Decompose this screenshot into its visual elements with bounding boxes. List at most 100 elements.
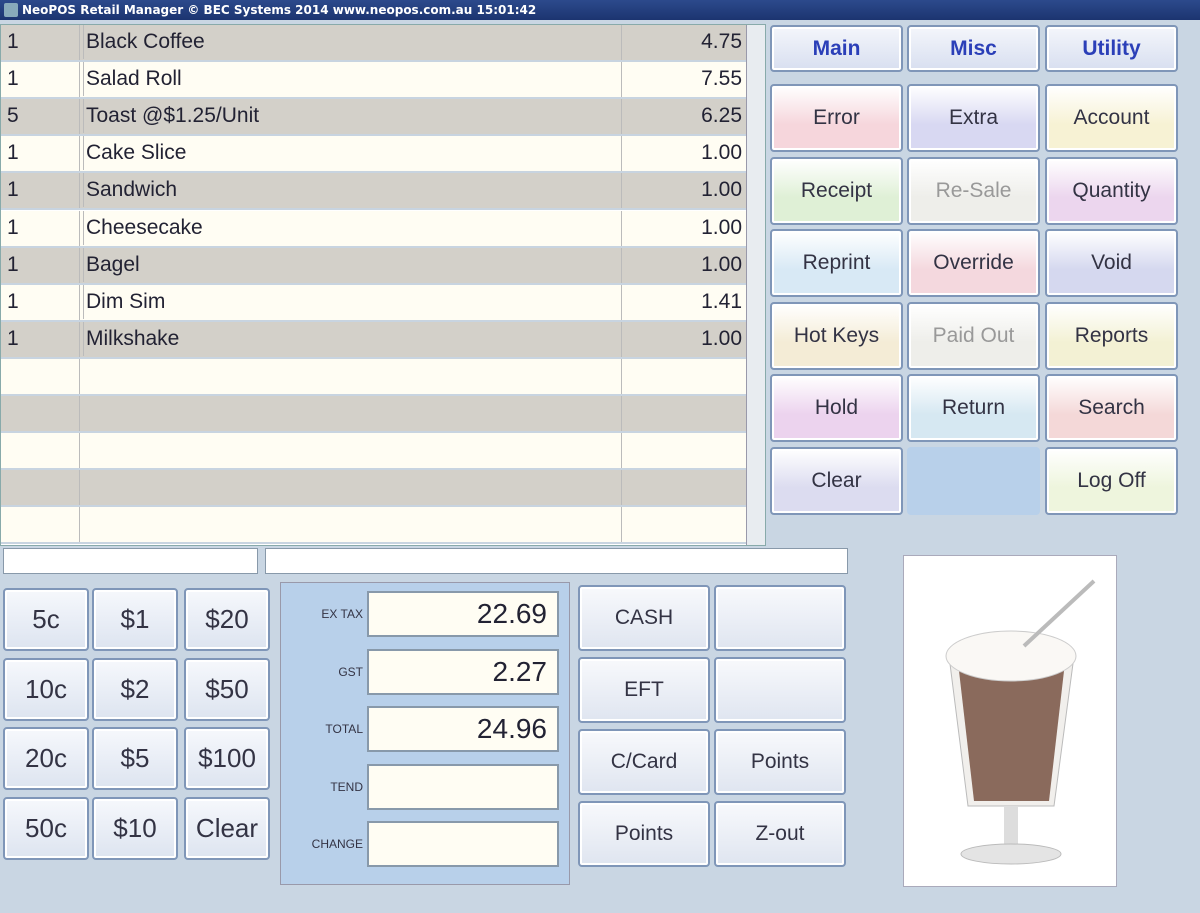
column-divider bbox=[621, 136, 622, 172]
function-button-return[interactable]: Return bbox=[907, 374, 1040, 442]
total-label-total: TOTAL bbox=[325, 722, 363, 736]
product-image-milkshake bbox=[903, 555, 1117, 887]
keypad-button-100[interactable]: $100 bbox=[184, 727, 270, 790]
payment-button-eft[interactable]: EFT bbox=[578, 657, 710, 723]
function-button-extra[interactable]: Extra bbox=[907, 84, 1040, 152]
total-value-change bbox=[367, 821, 559, 867]
function-button-re-sale[interactable]: Re-Sale bbox=[907, 156, 1040, 225]
keypad-button-10c[interactable]: 10c bbox=[3, 657, 89, 721]
keypad-button-20c[interactable]: 20c bbox=[3, 727, 89, 790]
function-button-void[interactable]: Void bbox=[1045, 229, 1178, 297]
sale-items-list[interactable]: 1 Black Coffee 4.75 1 Salad Roll 7.55 5 Toast @… bbox=[0, 24, 766, 546]
column-divider bbox=[79, 173, 80, 209]
table-row[interactable] bbox=[1, 507, 746, 545]
table-row[interactable]: 1 Dim Sim 1.41 bbox=[1, 284, 746, 322]
empty-payment-button[interactable] bbox=[714, 657, 846, 723]
function-button-reports[interactable]: Reports bbox=[1045, 301, 1178, 370]
function-button-hot-keys[interactable]: Hot Keys bbox=[770, 301, 903, 370]
keypad-button-5c[interactable]: 5c bbox=[3, 588, 89, 651]
column-divider bbox=[621, 358, 622, 394]
total-label-change: CHANGE bbox=[311, 837, 363, 851]
column-divider bbox=[79, 396, 80, 431]
table-row[interactable]: 1 Cake Slice 1.00 bbox=[1, 136, 746, 174]
total-value-gst: 2.27 bbox=[367, 648, 559, 695]
function-button-search[interactable]: Search bbox=[1045, 374, 1178, 442]
item-price: 6.25 bbox=[701, 104, 742, 128]
column-divider bbox=[79, 470, 80, 506]
keypad-button-10[interactable]: $10 bbox=[92, 796, 178, 860]
keypad-button-50c[interactable]: 50c bbox=[3, 796, 89, 860]
column-divider bbox=[79, 210, 80, 246]
column-divider bbox=[621, 25, 622, 60]
column-divider bbox=[79, 25, 80, 60]
payment-button-c-card[interactable]: C/Card bbox=[578, 729, 710, 795]
total-label-gst: GST bbox=[338, 664, 363, 679]
column-divider bbox=[79, 136, 80, 172]
column-divider bbox=[621, 173, 622, 209]
function-button-clear[interactable]: Clear bbox=[770, 446, 903, 515]
item-quantity: 1 bbox=[7, 178, 19, 202]
keypad-button-clear[interactable]: Clear bbox=[184, 796, 270, 860]
function-button-hold[interactable]: Hold bbox=[770, 374, 903, 442]
total-value-total: 24.96 bbox=[367, 706, 559, 752]
function-button-reprint[interactable]: Reprint bbox=[770, 229, 903, 297]
table-row[interactable]: 1 Salad Roll 7.55 bbox=[1, 62, 746, 100]
payment-button-z-out[interactable]: Z-out bbox=[714, 801, 846, 867]
column-divider bbox=[621, 470, 622, 506]
payment-button-cash[interactable]: CASH bbox=[578, 585, 710, 651]
item-quantity: 1 bbox=[7, 326, 19, 350]
column-divider bbox=[79, 321, 80, 357]
total-label-ex-tax: EX TAX bbox=[321, 607, 363, 621]
function-button-override[interactable]: Override bbox=[907, 229, 1040, 297]
function-button-paid-out[interactable]: Paid Out bbox=[907, 301, 1040, 370]
column-divider bbox=[79, 99, 80, 135]
table-row[interactable] bbox=[1, 433, 746, 471]
table-row[interactable] bbox=[1, 358, 746, 396]
item-quantity: 1 bbox=[7, 67, 19, 91]
column-divider bbox=[79, 507, 80, 543]
item-price: 1.00 bbox=[701, 252, 742, 276]
column-divider bbox=[621, 507, 622, 543]
keypad-button-50[interactable]: $50 bbox=[184, 657, 270, 721]
tab-utility[interactable]: Utility bbox=[1045, 25, 1178, 72]
payment-button-points[interactable]: Points bbox=[578, 801, 710, 867]
column-divider bbox=[79, 62, 80, 98]
tab-main[interactable]: Main bbox=[770, 25, 903, 72]
empty-payment-button[interactable] bbox=[714, 585, 846, 651]
function-button-account[interactable]: Account bbox=[1045, 84, 1178, 152]
function-button-receipt[interactable]: Receipt bbox=[770, 156, 903, 225]
payment-button-points[interactable]: Points bbox=[714, 729, 846, 795]
scrollbar[interactable] bbox=[746, 25, 765, 545]
keypad-button-2[interactable]: $2 bbox=[92, 657, 178, 721]
keypad-button-5[interactable]: $5 bbox=[92, 727, 178, 790]
item-name: Milkshake bbox=[83, 321, 179, 356]
total-value-ex-tax: 22.69 bbox=[367, 591, 559, 637]
table-row[interactable]: 1 Bagel 1.00 bbox=[1, 247, 746, 285]
table-row[interactable] bbox=[1, 470, 746, 508]
table-row[interactable]: 1 Milkshake 1.00 bbox=[1, 321, 746, 359]
item-name: Salad Roll bbox=[83, 62, 182, 97]
column-divider bbox=[79, 284, 80, 320]
item-quantity: 1 bbox=[7, 141, 19, 165]
column-divider bbox=[621, 321, 622, 357]
item-name: Bagel bbox=[83, 247, 140, 282]
item-name: Cake Slice bbox=[83, 136, 186, 171]
table-row[interactable]: 1 Black Coffee 4.75 bbox=[1, 25, 746, 62]
item-quantity: 5 bbox=[7, 104, 19, 128]
item-price: 1.00 bbox=[701, 326, 742, 350]
keypad-button-1[interactable]: $1 bbox=[92, 588, 178, 651]
table-row[interactable]: 1 Sandwich 1.00 bbox=[1, 173, 746, 211]
barcode-input[interactable] bbox=[3, 548, 258, 574]
item-quantity: 1 bbox=[7, 30, 19, 53]
function-button-error[interactable]: Error bbox=[770, 84, 903, 152]
table-row[interactable]: 5 Toast @$1.25/Unit 6.25 bbox=[1, 99, 746, 137]
item-price: 1.00 bbox=[701, 141, 742, 165]
table-row[interactable]: 1 Cheesecake 1.00 bbox=[1, 210, 746, 248]
description-input[interactable] bbox=[265, 548, 848, 574]
function-button-quantity[interactable]: Quantity bbox=[1045, 156, 1178, 225]
function-button-log-off[interactable]: Log Off bbox=[1045, 446, 1178, 515]
item-quantity: 1 bbox=[7, 215, 19, 239]
table-row[interactable] bbox=[1, 396, 746, 433]
tab-misc[interactable]: Misc bbox=[907, 25, 1040, 72]
keypad-button-20[interactable]: $20 bbox=[184, 588, 270, 651]
